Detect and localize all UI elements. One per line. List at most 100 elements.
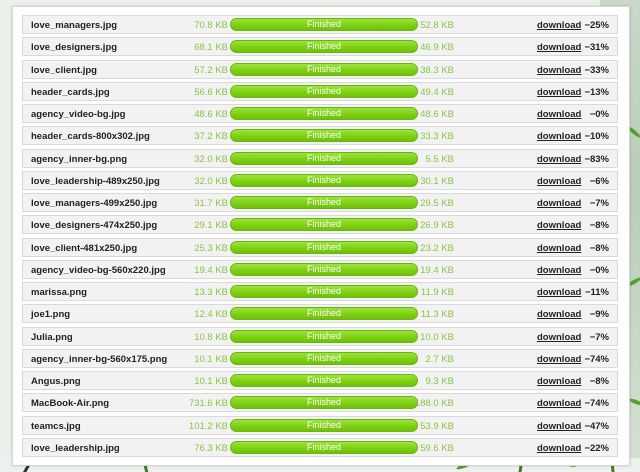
file-row: agency_video-bg.jpg 48.6 KB Finished 48.6 K… (22, 104, 618, 123)
original-size: 13.3 KB (194, 287, 228, 298)
file-name: teamcs.jpg (31, 420, 81, 432)
file-name: love_client-481x250.jpg (31, 242, 138, 254)
compressed-size: 52.8 KB (420, 20, 454, 31)
file-row: love_leadership.jpg 76.3 KB Finished 59.6 K… (22, 437, 618, 457)
download-link[interactable]: download (537, 243, 581, 254)
status-label: Finished (306, 375, 342, 385)
file-name: header_cards-800x302.jpg (31, 131, 150, 143)
savings-percent: −8% (589, 242, 609, 254)
savings-percent: −33% (584, 64, 609, 76)
compressed-size: 9.3 KB (425, 376, 454, 387)
file-name: love_client.jpg (31, 64, 97, 76)
download-link[interactable]: download (537, 443, 581, 454)
file-row: header_cards-800x302.jpg 37.2 KB Finished 3… (22, 126, 618, 146)
compressed-size: 29.5 KB (420, 198, 454, 209)
download-link[interactable]: download (537, 109, 581, 120)
file-row: header_cards.jpg 56.6 KB Finished 49.4 KB do… (22, 81, 618, 101)
file-name: love_leadership-489x250.jpg (31, 175, 160, 187)
file-name: Angus.png (31, 376, 81, 387)
progress-bar: Finished (230, 18, 418, 31)
file-row: love_client.jpg 57.2 KB Finished 38.3 KB dow… (22, 59, 618, 79)
compressed-size: 10.0 KB (420, 331, 454, 343)
savings-percent: −83% (584, 153, 609, 165)
original-size: 70.8 KB (194, 20, 228, 31)
download-link[interactable]: download (537, 354, 581, 365)
compressed-size: 59.6 KB (420, 442, 454, 454)
original-size: 101.2 KB (188, 420, 228, 432)
file-name: header_cards.jpg (31, 86, 110, 98)
savings-percent: −74% (584, 398, 609, 410)
file-name: love_leadership.jpg (31, 442, 120, 454)
results-panel: love_managers.jpg 70.8 KB Finished 52.8 KB d… (12, 6, 630, 466)
download-link[interactable]: download (537, 265, 581, 276)
original-size: 12.4 KB (194, 309, 228, 321)
savings-percent: −22% (584, 442, 609, 454)
status-label: Finished (306, 397, 342, 408)
file-row: love_managers.jpg 70.8 KB Finished 52.8 KB d… (22, 15, 618, 34)
file-row: love_client-481x250.jpg 25.3 KB Finished 23… (22, 237, 618, 257)
status-label: Finished (306, 85, 342, 96)
status-label: Finished (306, 219, 342, 230)
status-label: Finished (306, 174, 342, 185)
download-link[interactable]: download (537, 376, 581, 387)
file-name: agency_inner-bg.png (31, 153, 128, 165)
file-row: agency_video-bg-560x220.jpg 19.4 KB Finish… (22, 259, 618, 279)
download-link[interactable]: download (537, 131, 581, 142)
file-name: love_designers.jpg (31, 42, 118, 54)
original-size: 37.2 KB (194, 131, 228, 143)
download-link[interactable]: download (537, 287, 581, 298)
file-row: MacBook-Air.png 731.6 KB Finished 188.0 KB d… (22, 393, 618, 413)
download-link[interactable]: download (537, 220, 581, 231)
savings-percent: −10% (584, 131, 609, 143)
savings-percent: −7% (589, 198, 609, 209)
file-row: joe1.png 12.4 KB Finished 11.3 KB download −9… (22, 304, 618, 324)
compressed-size: 53.9 KB (420, 420, 454, 432)
download-link[interactable]: download (537, 87, 581, 98)
download-link[interactable]: download (537, 421, 581, 432)
status-label: Finished (306, 441, 342, 452)
progress-bar: Finished (230, 62, 418, 76)
status-label: Finished (306, 130, 342, 141)
progress-bar: Finished (230, 329, 418, 343)
savings-percent: −25% (584, 20, 609, 31)
download-link[interactable]: download (537, 198, 581, 209)
progress-bar: Finished (230, 285, 418, 298)
file-name: agency_inner-bg-560x175.png (31, 353, 168, 365)
original-size: 76.3 KB (194, 442, 228, 454)
progress-bar: Finished (230, 418, 418, 432)
download-link[interactable]: download (537, 42, 581, 53)
download-link[interactable]: download (537, 154, 581, 165)
savings-percent: −6% (589, 175, 609, 187)
file-row: marissa.png 13.3 KB Finished 11.9 KB downloa… (22, 282, 618, 301)
compressed-size: 11.9 KB (420, 287, 454, 298)
status-label: Finished (306, 19, 342, 29)
status-label: Finished (306, 419, 342, 430)
status-label: Finished (306, 286, 342, 296)
file-row: love_managers-499x250.jpg 31.7 KB Finished… (22, 193, 618, 212)
progress-bar: Finished (230, 262, 418, 276)
compressed-size: 188.0 KB (414, 398, 454, 410)
file-name: Julia.png (31, 331, 73, 343)
original-size: 10.1 KB (194, 376, 228, 387)
savings-percent: −8% (589, 376, 609, 387)
status-label: Finished (306, 330, 342, 341)
file-name: marissa.png (31, 287, 87, 298)
download-link[interactable]: download (537, 309, 581, 320)
file-name: love_managers.jpg (31, 20, 118, 31)
file-row: teamcs.jpg 101.2 KB Finished 53.9 KB downloa… (22, 415, 618, 435)
download-link[interactable]: download (537, 176, 581, 187)
download-link[interactable]: download (537, 20, 581, 31)
file-row: Angus.png 10.1 KB Finished 9.3 KB download −8… (22, 371, 618, 390)
progress-bar: Finished (230, 107, 418, 120)
original-size: 48.6 KB (194, 109, 228, 120)
progress-bar: Finished (230, 374, 418, 387)
status-label: Finished (306, 352, 342, 363)
compressed-size: 30.1 KB (420, 175, 454, 187)
download-link[interactable]: download (537, 398, 581, 409)
progress-bar: Finished (230, 218, 418, 232)
savings-percent: −47% (584, 420, 609, 432)
download-link[interactable]: download (537, 65, 581, 76)
file-row: love_designers.jpg 68.1 KB Finished 46.9 KB… (22, 37, 618, 57)
file-results-list: love_managers.jpg 70.8 KB Finished 52.8 KB d… (22, 15, 618, 460)
download-link[interactable]: download (537, 332, 581, 343)
